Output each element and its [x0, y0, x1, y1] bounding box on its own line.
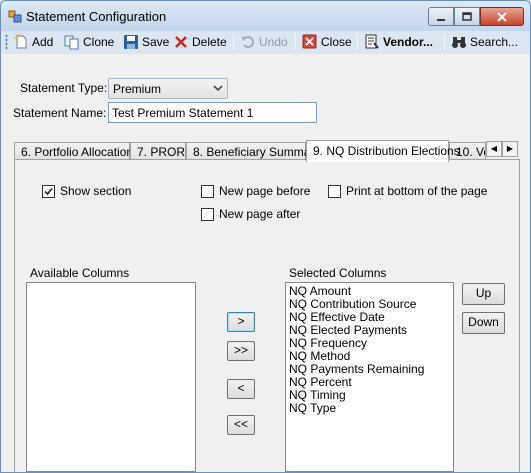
checkmark-icon — [44, 187, 53, 195]
toolbar-separator — [233, 34, 234, 50]
checkbox-box — [201, 207, 214, 221]
add-label: Add — [32, 35, 54, 49]
close-label: Close — [321, 35, 352, 49]
list-item[interactable]: NQ Type — [286, 402, 453, 415]
undo-label: Undo — [259, 35, 288, 49]
close-icon — [497, 12, 507, 22]
arrow-left-icon: ◀ — [490, 144, 498, 153]
print-at-bottom-checkbox[interactable]: Print at bottom of the page — [328, 184, 487, 198]
save-icon — [124, 35, 138, 49]
statement-name-label: Statement Name: — [13, 106, 107, 120]
show-section-checkbox[interactable]: Show section — [42, 184, 131, 198]
undo-button[interactable]: Undo — [240, 33, 288, 51]
tab-label: 9. NQ Distribution Elections — [313, 144, 460, 158]
add-button[interactable]: Add — [13, 33, 53, 51]
down-button[interactable]: Down — [462, 312, 505, 334]
nq-distribution-elections-panel: Show section New page before Print at bo… — [14, 159, 520, 472]
statement-name-input[interactable] — [109, 103, 316, 122]
close-window-button[interactable] — [480, 7, 524, 26]
clone-icon — [64, 35, 79, 50]
binoculars-icon — [452, 37, 466, 48]
new-page-before-label: New page before — [219, 184, 311, 198]
tab-label: 7. PROR — [137, 145, 186, 159]
search-button[interactable]: Search... — [451, 33, 518, 51]
move-all-left-button[interactable]: << — [227, 415, 255, 435]
app-icon — [8, 10, 22, 23]
chevron-down-icon — [213, 85, 223, 92]
vendor-button[interactable]: Vendor... — [364, 33, 433, 51]
available-columns-list[interactable] — [26, 282, 196, 472]
move-left-button[interactable]: < — [227, 379, 255, 399]
checkbox-box — [42, 184, 55, 198]
tab-label: 10. Ve — [456, 145, 485, 159]
minimize-button[interactable] — [428, 7, 454, 26]
title-bar: Statement Configuration — [1, 1, 530, 31]
selected-columns-list[interactable]: NQ Amount NQ Contribution Source NQ Effe… — [285, 282, 454, 472]
clone-label: Clone — [83, 35, 115, 49]
delete-button[interactable]: Delete — [173, 33, 227, 51]
maximize-icon — [462, 12, 472, 21]
arrow-right-icon: ▶ — [506, 144, 514, 153]
maximize-button[interactable] — [454, 7, 480, 26]
up-button[interactable]: Up — [462, 283, 505, 305]
available-columns-label: Available Columns — [30, 266, 130, 280]
statement-configuration-window: Statement Configuration Add Clone Save D… — [0, 0, 531, 473]
tab-label: 8. Beneficiary Summary — [193, 145, 321, 159]
window-title: Statement Configuration — [26, 9, 167, 24]
form-content: Statement Type: Premium Statement Name: … — [2, 54, 530, 472]
close-button[interactable]: Close — [302, 33, 352, 51]
checkbox-box — [201, 184, 214, 198]
minimize-icon — [437, 19, 445, 21]
add-icon — [14, 34, 27, 49]
save-label: Save — [142, 35, 170, 49]
tab-strip: 6. Portfolio Allocation 7. PROR 8. Benef… — [14, 140, 520, 162]
search-label: Search... — [470, 35, 519, 49]
checkbox-box — [328, 184, 341, 198]
undo-icon — [242, 36, 254, 48]
toolbar-grip[interactable] — [5, 34, 8, 50]
toolbar: Add Clone Save Delete Undo Close Vendor.… — [1, 31, 530, 53]
delete-label: Delete — [192, 35, 227, 49]
vendor-label: Vendor... — [383, 35, 434, 49]
statement-name-field[interactable] — [108, 102, 317, 123]
selected-columns-label: Selected Columns — [289, 266, 387, 280]
tab-scroll-left-button[interactable]: ◀ — [486, 141, 502, 157]
tab-scroll-right-button[interactable]: ▶ — [502, 141, 518, 157]
save-button[interactable]: Save — [123, 33, 169, 51]
clone-button[interactable]: Clone — [64, 33, 114, 51]
show-section-label: Show section — [60, 184, 132, 198]
vendor-icon — [365, 34, 379, 49]
move-all-right-button[interactable]: >> — [227, 341, 255, 361]
move-right-button[interactable]: > — [227, 312, 255, 332]
toolbar-separator — [295, 34, 296, 50]
statement-type-label: Statement Type: — [20, 81, 108, 95]
tab-label: 6. Portfolio Allocation — [21, 145, 134, 159]
new-page-after-checkbox[interactable]: New page after — [201, 207, 300, 221]
close-form-icon — [302, 34, 317, 49]
statement-type-value: Premium — [113, 82, 162, 96]
tab-nq-distribution-elections[interactable]: 9. NQ Distribution Elections — [306, 140, 460, 162]
delete-icon — [175, 36, 187, 48]
print-at-bottom-label: Print at bottom of the page — [346, 184, 488, 198]
statement-type-select[interactable]: Premium — [108, 78, 228, 99]
toolbar-separator — [444, 34, 445, 50]
new-page-before-checkbox[interactable]: New page before — [201, 184, 310, 198]
toolbar-separator — [357, 34, 358, 50]
new-page-after-label: New page after — [219, 207, 301, 221]
